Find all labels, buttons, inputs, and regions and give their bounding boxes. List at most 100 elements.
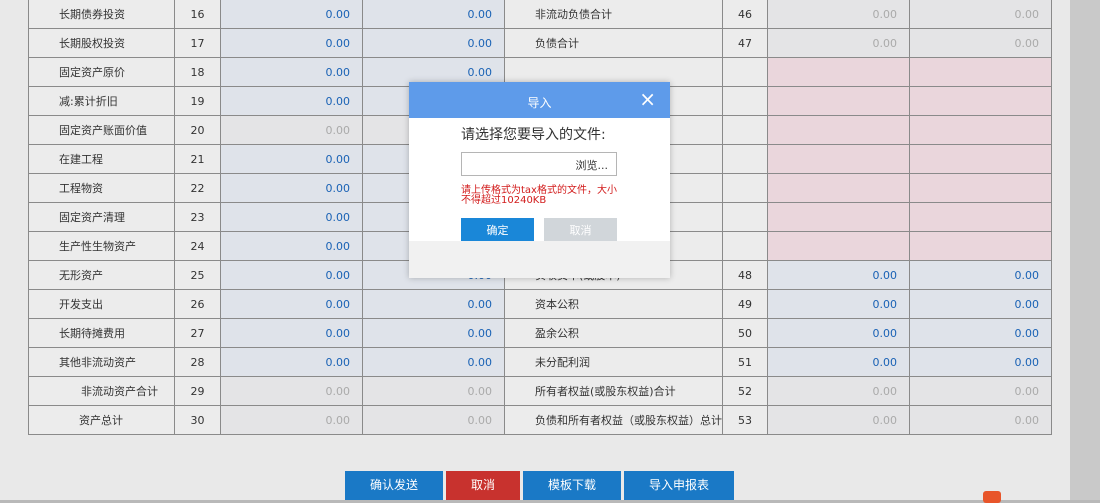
- end-balance-cell[interactable]: 0.00: [767, 347, 910, 377]
- row-number: 48: [722, 260, 768, 290]
- end-balance-cell: [767, 202, 910, 232]
- row-label: 无形资产: [28, 260, 175, 290]
- begin-balance-cell[interactable]: 0.00: [362, 347, 505, 377]
- begin-balance-cell: [909, 115, 1052, 145]
- row-number: 28: [174, 347, 221, 377]
- row-number: 16: [174, 0, 221, 29]
- begin-balance-cell[interactable]: 0.00: [909, 318, 1052, 348]
- row-number: [722, 144, 768, 174]
- end-balance-cell[interactable]: 0.00: [767, 289, 910, 319]
- end-balance-cell[interactable]: 0.00: [767, 260, 910, 290]
- row-number: 18: [174, 57, 221, 87]
- row-number: 19: [174, 86, 221, 116]
- upload-warning: 请上传格式为tax格式的文件，大小不得超过10240KB: [461, 185, 617, 206]
- row-label: 固定资产账面价值: [28, 115, 175, 145]
- begin-balance-cell[interactable]: 0.00: [909, 260, 1052, 290]
- row-label: 长期待摊费用: [28, 318, 175, 348]
- end-balance-cell: [767, 173, 910, 203]
- end-balance-cell[interactable]: 0.00: [220, 289, 363, 319]
- row-number: 27: [174, 318, 221, 348]
- row-number: 23: [174, 202, 221, 232]
- row-number: 51: [722, 347, 768, 377]
- row-label: 固定资产清理: [28, 202, 175, 232]
- confirm-send-button[interactable]: 确认发送: [345, 471, 443, 500]
- begin-balance-cell: [909, 57, 1052, 87]
- logo-icon: [983, 491, 1001, 503]
- row-number: [722, 231, 768, 261]
- begin-balance-cell[interactable]: 0.00: [362, 318, 505, 348]
- row-label: 开发支出: [28, 289, 175, 319]
- end-balance-cell: 0.00: [767, 28, 910, 58]
- begin-balance-cell: [909, 173, 1052, 203]
- confirm-button[interactable]: 确定: [461, 218, 534, 243]
- end-balance-cell: [767, 115, 910, 145]
- end-balance-cell: [767, 57, 910, 87]
- row-number: [722, 115, 768, 145]
- row-label: 资本公积: [504, 289, 723, 319]
- end-balance-cell[interactable]: 0.00: [220, 347, 363, 377]
- begin-balance-cell: [909, 202, 1052, 232]
- dialog-header: 导入 ×: [409, 82, 670, 118]
- dialog-cancel-button[interactable]: 取消: [544, 218, 617, 243]
- row-label: 非流动资产合计: [28, 376, 175, 406]
- table-row: 长期待摊费用 27 0.00 0.00 盈余公积 50 0.00 0.00: [28, 318, 1052, 348]
- end-balance-cell[interactable]: 0.00: [767, 318, 910, 348]
- row-number: 29: [174, 376, 221, 406]
- row-label: 固定资产原价: [28, 57, 175, 87]
- end-balance-cell[interactable]: 0.00: [220, 318, 363, 348]
- end-balance-cell[interactable]: 0.00: [220, 173, 363, 203]
- row-label: 在建工程: [28, 144, 175, 174]
- end-balance-cell[interactable]: 0.00: [220, 144, 363, 174]
- row-label: 长期债券投资: [28, 0, 175, 29]
- row-label: 其他非流动资产: [28, 347, 175, 377]
- end-balance-cell[interactable]: 0.00: [220, 202, 363, 232]
- row-number: 24: [174, 231, 221, 261]
- begin-balance-cell[interactable]: 0.00: [909, 289, 1052, 319]
- end-balance-cell[interactable]: 0.00: [220, 231, 363, 261]
- end-balance-cell[interactable]: 0.00: [220, 28, 363, 58]
- action-bar: 确认发送 取消 模板下载 导入申报表: [345, 471, 734, 500]
- dialog-prompt: 请选择您要导入的文件:: [461, 127, 606, 143]
- row-number: 21: [174, 144, 221, 174]
- row-number: 30: [174, 405, 221, 435]
- begin-balance-cell: 0.00: [362, 376, 505, 406]
- import-declaration-button[interactable]: 导入申报表: [624, 471, 734, 500]
- page-scrollbar[interactable]: [1070, 0, 1100, 500]
- table-row: 开发支出 26 0.00 0.00 资本公积 49 0.00 0.00: [28, 289, 1052, 319]
- row-label: 资产总计: [28, 405, 175, 435]
- row-number: 47: [722, 28, 768, 58]
- end-balance-cell[interactable]: 0.00: [220, 86, 363, 116]
- dialog-buttons: 确定 取消: [461, 218, 670, 243]
- browse-button[interactable]: 浏览...: [576, 157, 609, 173]
- begin-balance-cell[interactable]: 0.00: [909, 347, 1052, 377]
- begin-balance-cell: [909, 86, 1052, 116]
- begin-balance-cell[interactable]: 0.00: [362, 0, 505, 29]
- row-number: 17: [174, 28, 221, 58]
- row-number: 49: [722, 289, 768, 319]
- close-icon[interactable]: ×: [639, 88, 656, 110]
- row-number: 50: [722, 318, 768, 348]
- end-balance-cell[interactable]: 0.00: [220, 260, 363, 290]
- end-balance-cell: [767, 144, 910, 174]
- begin-balance-cell[interactable]: 0.00: [362, 28, 505, 58]
- cancel-button[interactable]: 取消: [446, 471, 520, 500]
- begin-balance-cell[interactable]: 0.00: [362, 289, 505, 319]
- row-number: 46: [722, 0, 768, 29]
- template-download-button[interactable]: 模板下载: [523, 471, 621, 500]
- end-balance-cell: [767, 86, 910, 116]
- end-balance-cell[interactable]: 0.00: [220, 57, 363, 87]
- table-row: 长期债券投资 16 0.00 0.00 非流动负债合计 46 0.00 0.00: [28, 0, 1052, 29]
- row-number: [722, 57, 768, 87]
- row-label: 减:累计折旧: [28, 86, 175, 116]
- end-balance-cell: 0.00: [220, 115, 363, 145]
- end-balance-cell[interactable]: 0.00: [220, 0, 363, 29]
- file-input[interactable]: 浏览...: [461, 152, 617, 176]
- row-label: 长期股权投资: [28, 28, 175, 58]
- end-balance-cell: 0.00: [220, 405, 363, 435]
- begin-balance-cell: 0.00: [909, 405, 1052, 435]
- begin-balance-cell: [909, 144, 1052, 174]
- dialog-title: 导入: [527, 96, 552, 110]
- row-label: 未分配利润: [504, 347, 723, 377]
- row-label: 盈余公积: [504, 318, 723, 348]
- import-dialog: 导入 × 请选择您要导入的文件: 浏览... 请上传格式为tax格式的文件，大小…: [409, 82, 670, 278]
